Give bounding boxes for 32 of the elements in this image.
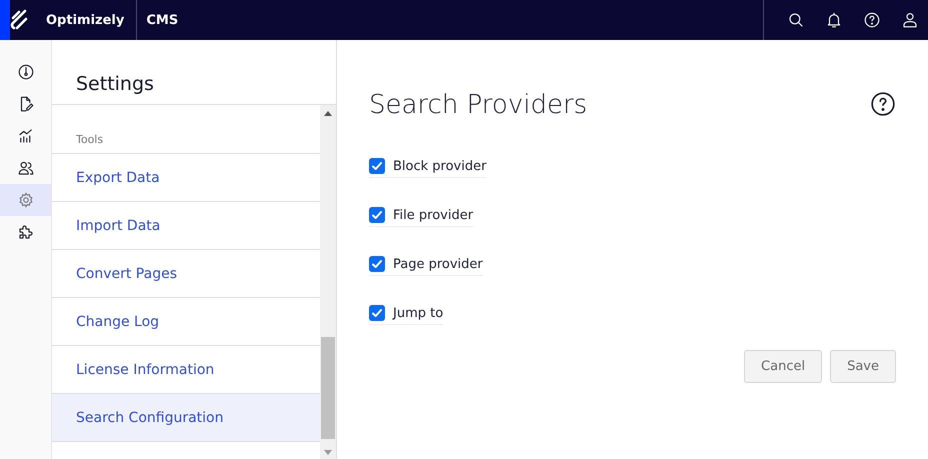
checkbox[interactable]	[369, 207, 385, 223]
checkbox-label: Block provider	[393, 158, 486, 174]
checkbox[interactable]	[369, 256, 385, 272]
puzzle-icon	[16, 223, 34, 241]
user-icon	[901, 11, 919, 29]
action-button[interactable]: Cancel	[744, 350, 822, 383]
page-title: Search Providers	[369, 90, 588, 120]
gauge-icon	[16, 63, 34, 81]
panel-title: Settings	[76, 73, 154, 95]
scrollbar-thumb[interactable]	[321, 337, 335, 439]
checkmark-icon	[371, 307, 383, 319]
checkbox-label: File provider	[393, 208, 474, 222]
section-label: Tools	[76, 133, 104, 146]
bar-chart-icon	[16, 127, 34, 145]
action-button[interactable]: Save	[830, 350, 896, 383]
checkbox-label: Jump to	[393, 306, 444, 320]
search-icon	[787, 11, 805, 29]
checkmark-icon	[371, 258, 383, 270]
checkbox-label: Page provider	[393, 256, 483, 272]
gear-icon	[16, 191, 34, 209]
help-button[interactable]	[870, 91, 896, 117]
checkmark-icon	[371, 209, 383, 221]
users-icon	[16, 159, 34, 177]
product-name: CMS	[145, 12, 178, 28]
checkbox[interactable]	[369, 305, 385, 321]
help-icon	[870, 91, 896, 117]
scroll-up-icon[interactable]	[324, 111, 332, 116]
checkmark-icon	[371, 160, 383, 172]
help-icon	[863, 11, 881, 29]
checkbox[interactable]	[369, 158, 385, 174]
settings-menu-item[interactable]: Search Configuration	[52, 394, 320, 442]
bell-icon	[825, 11, 843, 29]
